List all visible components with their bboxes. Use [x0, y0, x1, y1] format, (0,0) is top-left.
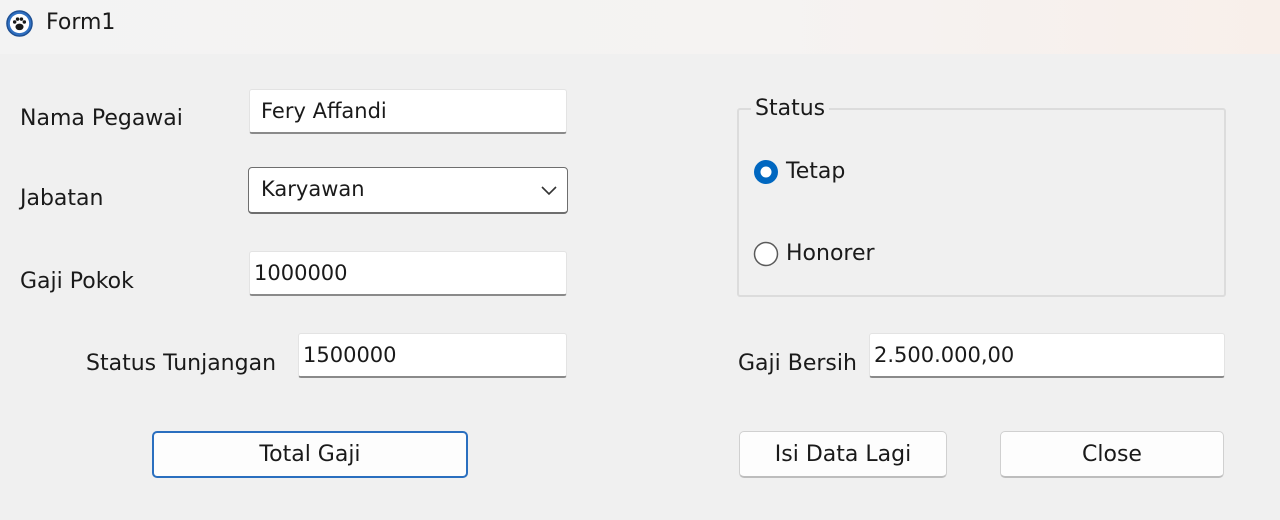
jabatan-selected-value: Karyawan — [261, 177, 365, 201]
gaji-bersih-label: Gaji Bersih — [738, 351, 857, 376]
gaji-bersih-input[interactable] — [869, 333, 1225, 378]
close-button[interactable]: Close — [1000, 431, 1224, 478]
jabatan-dropdown[interactable]: Karyawan — [248, 167, 568, 214]
nama-pegawai-input[interactable] — [249, 89, 567, 134]
radio-tetap-label[interactable]: Tetap — [786, 159, 845, 184]
status-groupbox — [737, 108, 1226, 297]
jabatan-label: Jabatan — [20, 186, 104, 211]
window-title: Form1 — [46, 10, 116, 35]
gaji-pokok-input[interactable] — [249, 251, 567, 296]
total-gaji-button[interactable]: Total Gaji — [152, 431, 468, 478]
status-tunjangan-input[interactable] — [298, 333, 567, 378]
chevron-down-icon — [541, 186, 557, 196]
status-tunjangan-label: Status Tunjangan — [86, 351, 277, 376]
isi-data-lagi-button[interactable]: Isi Data Lagi — [739, 431, 947, 478]
radio-honorer-label[interactable]: Honorer — [786, 241, 875, 266]
paw-icon — [6, 10, 33, 37]
nama-pegawai-label: Nama Pegawai — [20, 106, 183, 131]
gaji-pokok-label: Gaji Pokok — [20, 269, 134, 294]
title-bar: Form1 — [0, 0, 1280, 54]
status-group-title: Status — [751, 96, 830, 121]
radio-tetap[interactable] — [753, 159, 779, 185]
radio-honorer[interactable] — [753, 241, 779, 267]
